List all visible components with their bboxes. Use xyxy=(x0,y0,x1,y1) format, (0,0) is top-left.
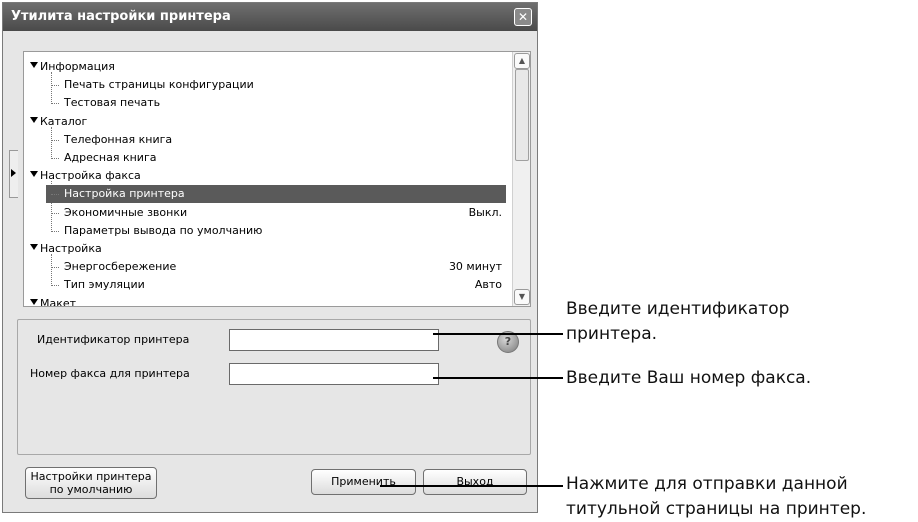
exit-button[interactable]: Выход xyxy=(423,469,527,495)
callout-line-printer-id xyxy=(433,333,563,335)
expand-triangle-icon[interactable] xyxy=(30,116,38,123)
tree-item[interactable]: Печать страницы конфигурации xyxy=(24,76,506,94)
window-title: Утилита настройки принтера xyxy=(11,9,231,24)
expand-triangle-icon[interactable] xyxy=(30,62,38,68)
scroll-down-button[interactable]: ▼ xyxy=(514,289,530,305)
scroll-up-button[interactable]: ▲ xyxy=(514,53,530,69)
tree-item-value: 30 минут xyxy=(448,260,502,274)
expand-triangle-icon[interactable] xyxy=(30,298,38,305)
tree-scrollbar[interactable]: ▲ ▼ xyxy=(512,52,530,306)
tree-category[interactable]: Информация xyxy=(24,58,506,76)
tree-connector xyxy=(51,267,59,269)
tree-connector xyxy=(51,158,59,159)
tree-connector xyxy=(51,103,59,105)
annotation-fax: Введите Ваш номер факса. xyxy=(566,368,812,388)
annotation-printer-id: Введите идентификатор принтера. xyxy=(566,297,789,347)
tree-item-label: Энергосбережение xyxy=(64,260,177,274)
tree-connector xyxy=(51,194,59,196)
printer-id-input[interactable] xyxy=(229,329,439,351)
tree-item-label: Настройка xyxy=(40,242,102,255)
annotation-apply-line2: титульной страницы на принтер. xyxy=(566,499,867,519)
printer-settings-window: Утилита настройки принтера ✕ Макет Тип эм… xyxy=(2,2,538,513)
tree-item[interactable]: Параметры вывода по умолчанию xyxy=(24,222,506,240)
tree-item-label: Настройка факса xyxy=(40,169,141,183)
tree-category[interactable]: Макет xyxy=(24,295,506,307)
tree-item-label: Печать страницы конфигурации xyxy=(64,78,254,92)
scroll-thumb[interactable] xyxy=(515,69,529,161)
annotation-apply-line1: Нажмите для отправки данной xyxy=(566,474,848,494)
tree-item[interactable]: Энергосбережение 30 минут xyxy=(24,258,506,276)
tree-item[interactable]: Экономичные звонки Выкл. xyxy=(24,204,506,222)
tree-item-label: Тип эмуляции xyxy=(64,278,145,292)
annotation-apply: Нажмите для отправки данной титульной ст… xyxy=(566,472,866,522)
annotation-printer-id-line1: Введите идентификатор xyxy=(566,299,790,319)
tree-item-label: Тестовая печать xyxy=(64,96,161,110)
tree-connector xyxy=(51,85,59,87)
tree-item-label: Телефонная книга xyxy=(64,132,173,146)
annotation-printer-id-line2: принтера. xyxy=(566,324,658,344)
tree-item-label: Экономичные звонки xyxy=(64,205,188,219)
default-settings-line2: по умолчанию xyxy=(49,483,133,496)
close-button[interactable]: ✕ xyxy=(514,8,532,26)
tree-item[interactable]: Телефонная книга xyxy=(24,131,506,149)
tree-category[interactable]: Настройка xyxy=(24,240,506,258)
tree-item-label: Адресная книга xyxy=(64,151,157,164)
title-bar: Утилита настройки принтера ✕ xyxy=(3,3,537,31)
tree-item-label: Параметры вывода по умолчанию xyxy=(64,223,263,237)
tree-item-value: Выкл. xyxy=(468,205,502,219)
tree-item[interactable]: Тестовая печать xyxy=(24,94,506,112)
tree-category[interactable]: Настройка факса xyxy=(24,167,506,185)
tree-item-label: Макет xyxy=(40,296,77,307)
side-panel-toggle[interactable] xyxy=(9,150,18,198)
callout-line-fax xyxy=(433,377,563,379)
tree-item[interactable]: Тип эмуляции Авто xyxy=(24,276,506,294)
tree-connector xyxy=(51,285,59,287)
tree-item-value: Авто xyxy=(474,278,502,292)
fax-number-label: Номер факса для принтера xyxy=(30,367,190,380)
tree-item[interactable]: Адресная книга xyxy=(24,149,506,167)
tree-item-label: Настройка принтера xyxy=(64,187,185,201)
tree-category[interactable]: Каталог xyxy=(24,113,506,131)
expand-triangle-icon[interactable] xyxy=(30,171,38,178)
tree-connector xyxy=(51,139,59,141)
tree-connector xyxy=(51,212,59,214)
default-settings-line1: Настройки принтера xyxy=(30,470,152,483)
settings-tree[interactable]: Макет Тип эмуляции Авто Энергосбережение 30 … xyxy=(23,51,531,307)
tree-item-label: Каталог xyxy=(40,114,88,128)
expand-arrow-icon xyxy=(11,169,16,177)
tree-item-label: Информация xyxy=(40,60,115,73)
printer-id-label: Идентификатор принтера xyxy=(37,333,190,346)
default-settings-button[interactable]: Настройки принтера по умолчанию xyxy=(25,467,157,499)
expand-triangle-icon[interactable] xyxy=(30,244,38,250)
callout-line-apply xyxy=(380,485,563,487)
fax-number-input[interactable] xyxy=(229,363,439,385)
tree-connector xyxy=(51,230,59,232)
tree-item[interactable]: Настройка принтера xyxy=(46,185,506,204)
apply-button[interactable]: Применить xyxy=(311,469,416,495)
